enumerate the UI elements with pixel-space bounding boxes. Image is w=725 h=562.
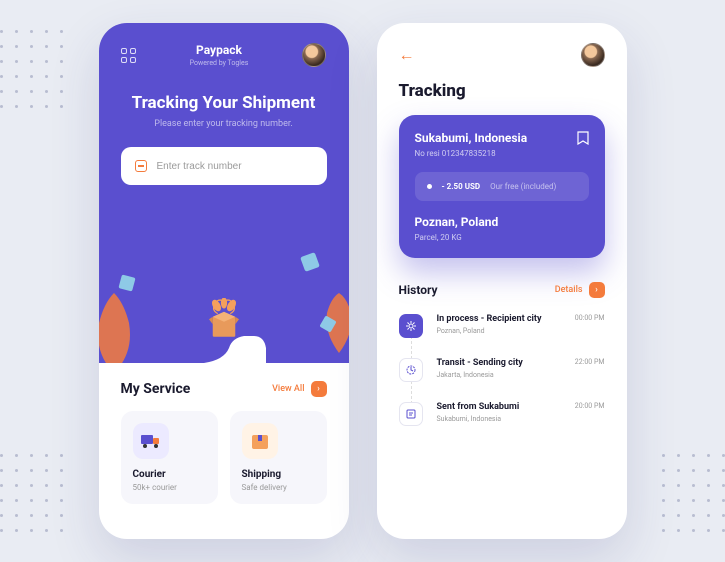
decoration-dots: [0, 454, 63, 532]
chevron-right-icon: ›: [589, 282, 605, 298]
timeline-location: Jakarta, Indonesia: [437, 371, 523, 379]
brand-subtitle: Powered by Togles: [190, 59, 249, 67]
timeline-location: Sukabumi, Indonesia: [437, 415, 520, 423]
service-card-courier[interactable]: Courier 50k+ courier: [121, 411, 218, 504]
tracking-input[interactable]: [157, 161, 313, 172]
timeline-time: 20:00 PM: [575, 402, 605, 410]
price-value: - 2.50 USD: [442, 182, 481, 191]
service-name: Courier: [133, 469, 206, 480]
parcel-info: Parcel, 20 KG: [415, 233, 589, 242]
timeline-time: 00:00 PM: [575, 314, 605, 322]
details-label: Details: [555, 285, 583, 295]
tracking-input-container[interactable]: [121, 147, 327, 185]
hero-subtitle: Please enter your tracking number.: [121, 119, 327, 129]
origin-location: Sukabumi, Indonesia: [415, 131, 528, 145]
hero-title: Tracking Your Shipment: [121, 93, 327, 113]
box-icon: [242, 423, 278, 459]
bookmark-icon[interactable]: [577, 131, 589, 145]
view-all-label: View All: [272, 384, 304, 394]
timeline-item: In process - Recipient city Poznan, Pola…: [399, 314, 605, 338]
gear-icon: [399, 314, 423, 338]
service-card-shipping[interactable]: Shipping Safe delivery: [230, 411, 327, 504]
price-banner: - 2.50 USD Our free (included): [415, 172, 589, 201]
decoration-dots: [0, 30, 63, 108]
history-title: History: [399, 283, 438, 297]
history-timeline: In process - Recipient city Poznan, Pola…: [399, 314, 605, 426]
price-note: Our free (included): [490, 182, 556, 191]
timeline-title: Transit - Sending city: [437, 358, 523, 368]
scan-icon: [135, 160, 147, 172]
tracking-card: Sukabumi, Indonesia No resi 012347835218…: [399, 115, 605, 258]
tracking-number: No resi 012347835218: [415, 149, 528, 158]
avatar[interactable]: [302, 43, 326, 67]
timeline-time: 22:00 PM: [575, 358, 605, 366]
service-subtitle: 50k+ courier: [133, 483, 206, 492]
chevron-right-icon: ›: [311, 381, 327, 397]
timeline-title: In process - Recipient city: [437, 314, 542, 324]
view-all-button[interactable]: View All ›: [272, 381, 326, 397]
services-title: My Service: [121, 381, 191, 397]
decoration-dots: [662, 454, 725, 532]
phone-screen-tracking: ← Tracking Sukabumi, Indonesia No resi 0…: [377, 23, 627, 539]
destination-location: Poznan, Poland: [415, 215, 589, 229]
phone-screen-home: Paypack Powered by Togles Tracking Your …: [99, 23, 349, 539]
service-subtitle: Safe delivery: [242, 483, 315, 492]
timeline-item: Sent from Sukabumi Sukabumi, Indonesia 2…: [399, 402, 605, 426]
hero-illustration: [99, 203, 349, 363]
brand: Paypack Powered by Togles: [190, 43, 249, 67]
details-button[interactable]: Details ›: [555, 282, 605, 298]
timeline-location: Poznan, Poland: [437, 327, 542, 335]
avatar[interactable]: [581, 43, 605, 67]
services-section: My Service View All › Courier 50k+ couri…: [99, 363, 349, 504]
service-name: Shipping: [242, 469, 315, 480]
menu-icon[interactable]: [121, 48, 136, 63]
page-title: Tracking: [399, 81, 605, 101]
timeline-title: Sent from Sukabumi: [437, 402, 520, 412]
transit-icon: [399, 358, 423, 382]
truck-icon: [133, 423, 169, 459]
package-icon: [399, 402, 423, 426]
dot-icon: [427, 184, 432, 189]
back-button[interactable]: ←: [399, 45, 415, 65]
timeline-item: Transit - Sending city Jakarta, Indonesi…: [399, 358, 605, 382]
brand-title: Paypack: [190, 43, 249, 57]
hero-section: Paypack Powered by Togles Tracking Your …: [99, 23, 349, 363]
